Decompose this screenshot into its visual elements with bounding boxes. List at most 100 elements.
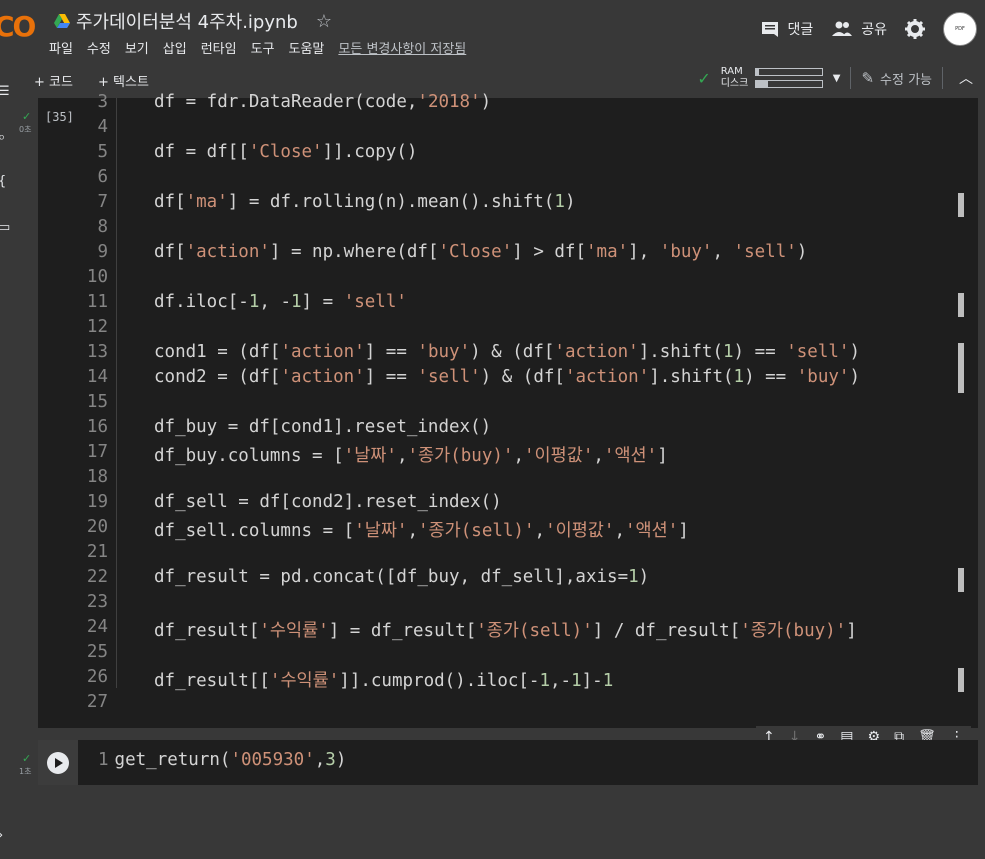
line-number: 4 [97,117,108,137]
menu-runtime[interactable]: 런타임 [201,38,237,57]
menu-help[interactable]: 도움말 [289,38,325,57]
code-line[interactable]: 5 df = df[['Close']].copy() [38,142,978,167]
edit-mode-button[interactable]: ✎ 수정 가능 [861,69,932,88]
code-line[interactable]: 20 df_sell.columns = ['날짜','종가(sell)','이평… [38,517,978,542]
line-number: 23 [86,592,108,612]
collapse-chevron-icon[interactable]: ︿ [953,68,979,88]
code-line[interactable]: 11 df.iloc[-1, -1] = 'sell' [38,292,978,317]
connected-check-icon: ✓ [697,68,711,88]
menu-insert[interactable]: 삽입 [163,38,187,57]
code-line[interactable]: 16 df_buy = df[cond1].reset_index() [38,417,978,442]
code-line[interactable]: 10 [38,267,978,292]
comment-icon [762,22,779,37]
code-line[interactable]: 17 df_buy.columns = ['날짜','종가(buy)','이평값'… [38,442,978,467]
code-snippets-icon[interactable]: { [0,174,6,189]
edit-mode-label: 수정 가능 [880,72,932,88]
code-text: df_sell.columns = ['날짜','종가(sell)','이평값'… [154,521,689,541]
line-number: 5 [97,142,108,162]
scroll-marker [958,293,964,317]
play-icon [47,751,69,774]
save-status[interactable]: 모든 변경사항이 저장됨 [338,38,466,57]
line-number: 10 [86,267,108,287]
code-line[interactable]: 21 [38,542,978,567]
line-number: 19 [86,492,108,512]
code-text: df = fdr.DataReader(code,'2018') [154,92,492,112]
colab-logo[interactable]: CO [0,10,36,43]
ram-fill [755,69,760,75]
code-line[interactable]: 4 [38,117,978,142]
menu-bar: 파일 수정 보기 삽입 런타임 도구 도움말 모든 변경사항이 저장됨 [49,38,466,57]
title-row: 주가데이터분석 4주차.ipynb ☆ [54,8,332,34]
menu-edit[interactable]: 수정 [87,38,111,57]
disk-fill [755,81,768,87]
line-number: 3 [97,92,108,112]
app-header: CO 주가데이터분석 4주차.ipynb ☆ 파일 수정 보기 삽입 런타임 도… [0,0,985,62]
settings-gear-icon[interactable] [905,19,925,39]
line-number: 27 [86,692,108,712]
code-line[interactable]: 6 [38,167,978,192]
line-number: 14 [86,367,108,387]
divider [850,67,852,89]
menu-tools[interactable]: 도구 [251,38,275,57]
code-line[interactable]: 3 df = fdr.DataReader(code,'2018') [38,92,978,117]
line-number: 16 [86,417,108,437]
line-number: 7 [97,192,108,212]
line-number: 8 [97,217,108,237]
code-text: df_buy.columns = ['날짜','종가(buy)','이평값','… [154,446,668,466]
comments-label: 댓글 [787,22,814,38]
share-button[interactable]: 공유 [831,19,887,39]
line-number: 1 [98,750,109,770]
notebook-title[interactable]: 주가데이터분석 4주차.ipynb [76,8,298,34]
code-line[interactable]: 15 [38,392,978,417]
line-number: 15 [86,392,108,412]
avatar-text: PDF [955,26,965,32]
code-line[interactable]: 13 cond1 = (df['action'] == 'buy') & (df[… [38,342,978,367]
menu-file[interactable]: 파일 [49,38,73,57]
cell1-exec-time: 0초 [19,125,32,134]
code-line[interactable]: 22 df_result = pd.concat([df_buy, df_sell… [38,567,978,592]
code-line[interactable]: 24 df_result['수익률'] = df_result['종가(sell)… [38,617,978,642]
pencil-icon: ✎ [861,69,875,87]
code-text: cond1 = (df['action'] == 'buy') & (df['a… [154,342,860,362]
account-avatar[interactable]: PDF [943,12,977,46]
share-label: 공유 [861,22,887,38]
code-text: get_return('005930',3) [114,750,347,770]
code-line[interactable]: 8 [38,217,978,242]
code-text: df.iloc[-1, -1] = 'sell' [154,292,407,312]
toc-icon[interactable]: ☰ [0,84,10,99]
line-number: 26 [86,667,108,687]
code-line[interactable]: 7 df['ma'] = df.rolling(n).mean().shift(1… [38,192,978,217]
add-code-button[interactable]: + 코드 [34,71,73,90]
code-line[interactable]: 14 cond2 = (df['action'] == 'sell') & (df… [38,367,978,392]
code-text: df_result[['수익률']].cumprod().iloc[-1,-1]… [154,671,614,691]
notebook-scrollbar[interactable] [979,98,985,859]
files-icon[interactable]: ▭ [0,220,10,235]
cell2-code-line[interactable]: 1 get_return('005930',3) [98,750,346,770]
code-line[interactable]: 27 [38,692,978,717]
line-number: 18 [86,467,108,487]
resource-monitor[interactable]: RAM 디스크 [721,66,823,90]
menu-view[interactable]: 보기 [125,38,149,57]
line-number: 21 [86,542,108,562]
code-line[interactable]: 23 [38,592,978,617]
header-actions: 댓글 공유 PDF [761,12,977,46]
code-text: df_result['수익률'] = df_result['종가(sell)']… [154,621,857,641]
code-line[interactable]: 19 df_sell = df[cond2].reset_index() [38,492,978,517]
dropdown-arrow-icon[interactable]: ▼ [833,73,841,84]
google-drive-icon[interactable] [54,14,70,28]
code-line[interactable]: 12 [38,317,978,342]
run-cell-button[interactable] [38,740,78,785]
line-number: 13 [86,342,108,362]
code-line[interactable]: 25 [38,642,978,667]
star-outline-icon[interactable]: ☆ [316,11,332,32]
search-icon[interactable]: ⌕ [0,130,5,145]
expand-panel-icon[interactable]: › [0,828,3,843]
code-line[interactable]: 9 df['action'] = np.where(df['Close'] > d… [38,242,978,267]
add-text-button[interactable]: + 텍스트 [98,71,149,90]
comments-button[interactable]: 댓글 [761,19,813,39]
code-line[interactable]: 18 [38,467,978,492]
left-rail: ☰ ⌕ { ▭ › [0,62,18,859]
disk-bar [754,80,823,88]
code-text: df['action'] = np.where(df['Close'] > df… [154,242,808,262]
code-line[interactable]: 26 df_result[['수익률']].cumprod().iloc[-1,-… [38,667,978,692]
